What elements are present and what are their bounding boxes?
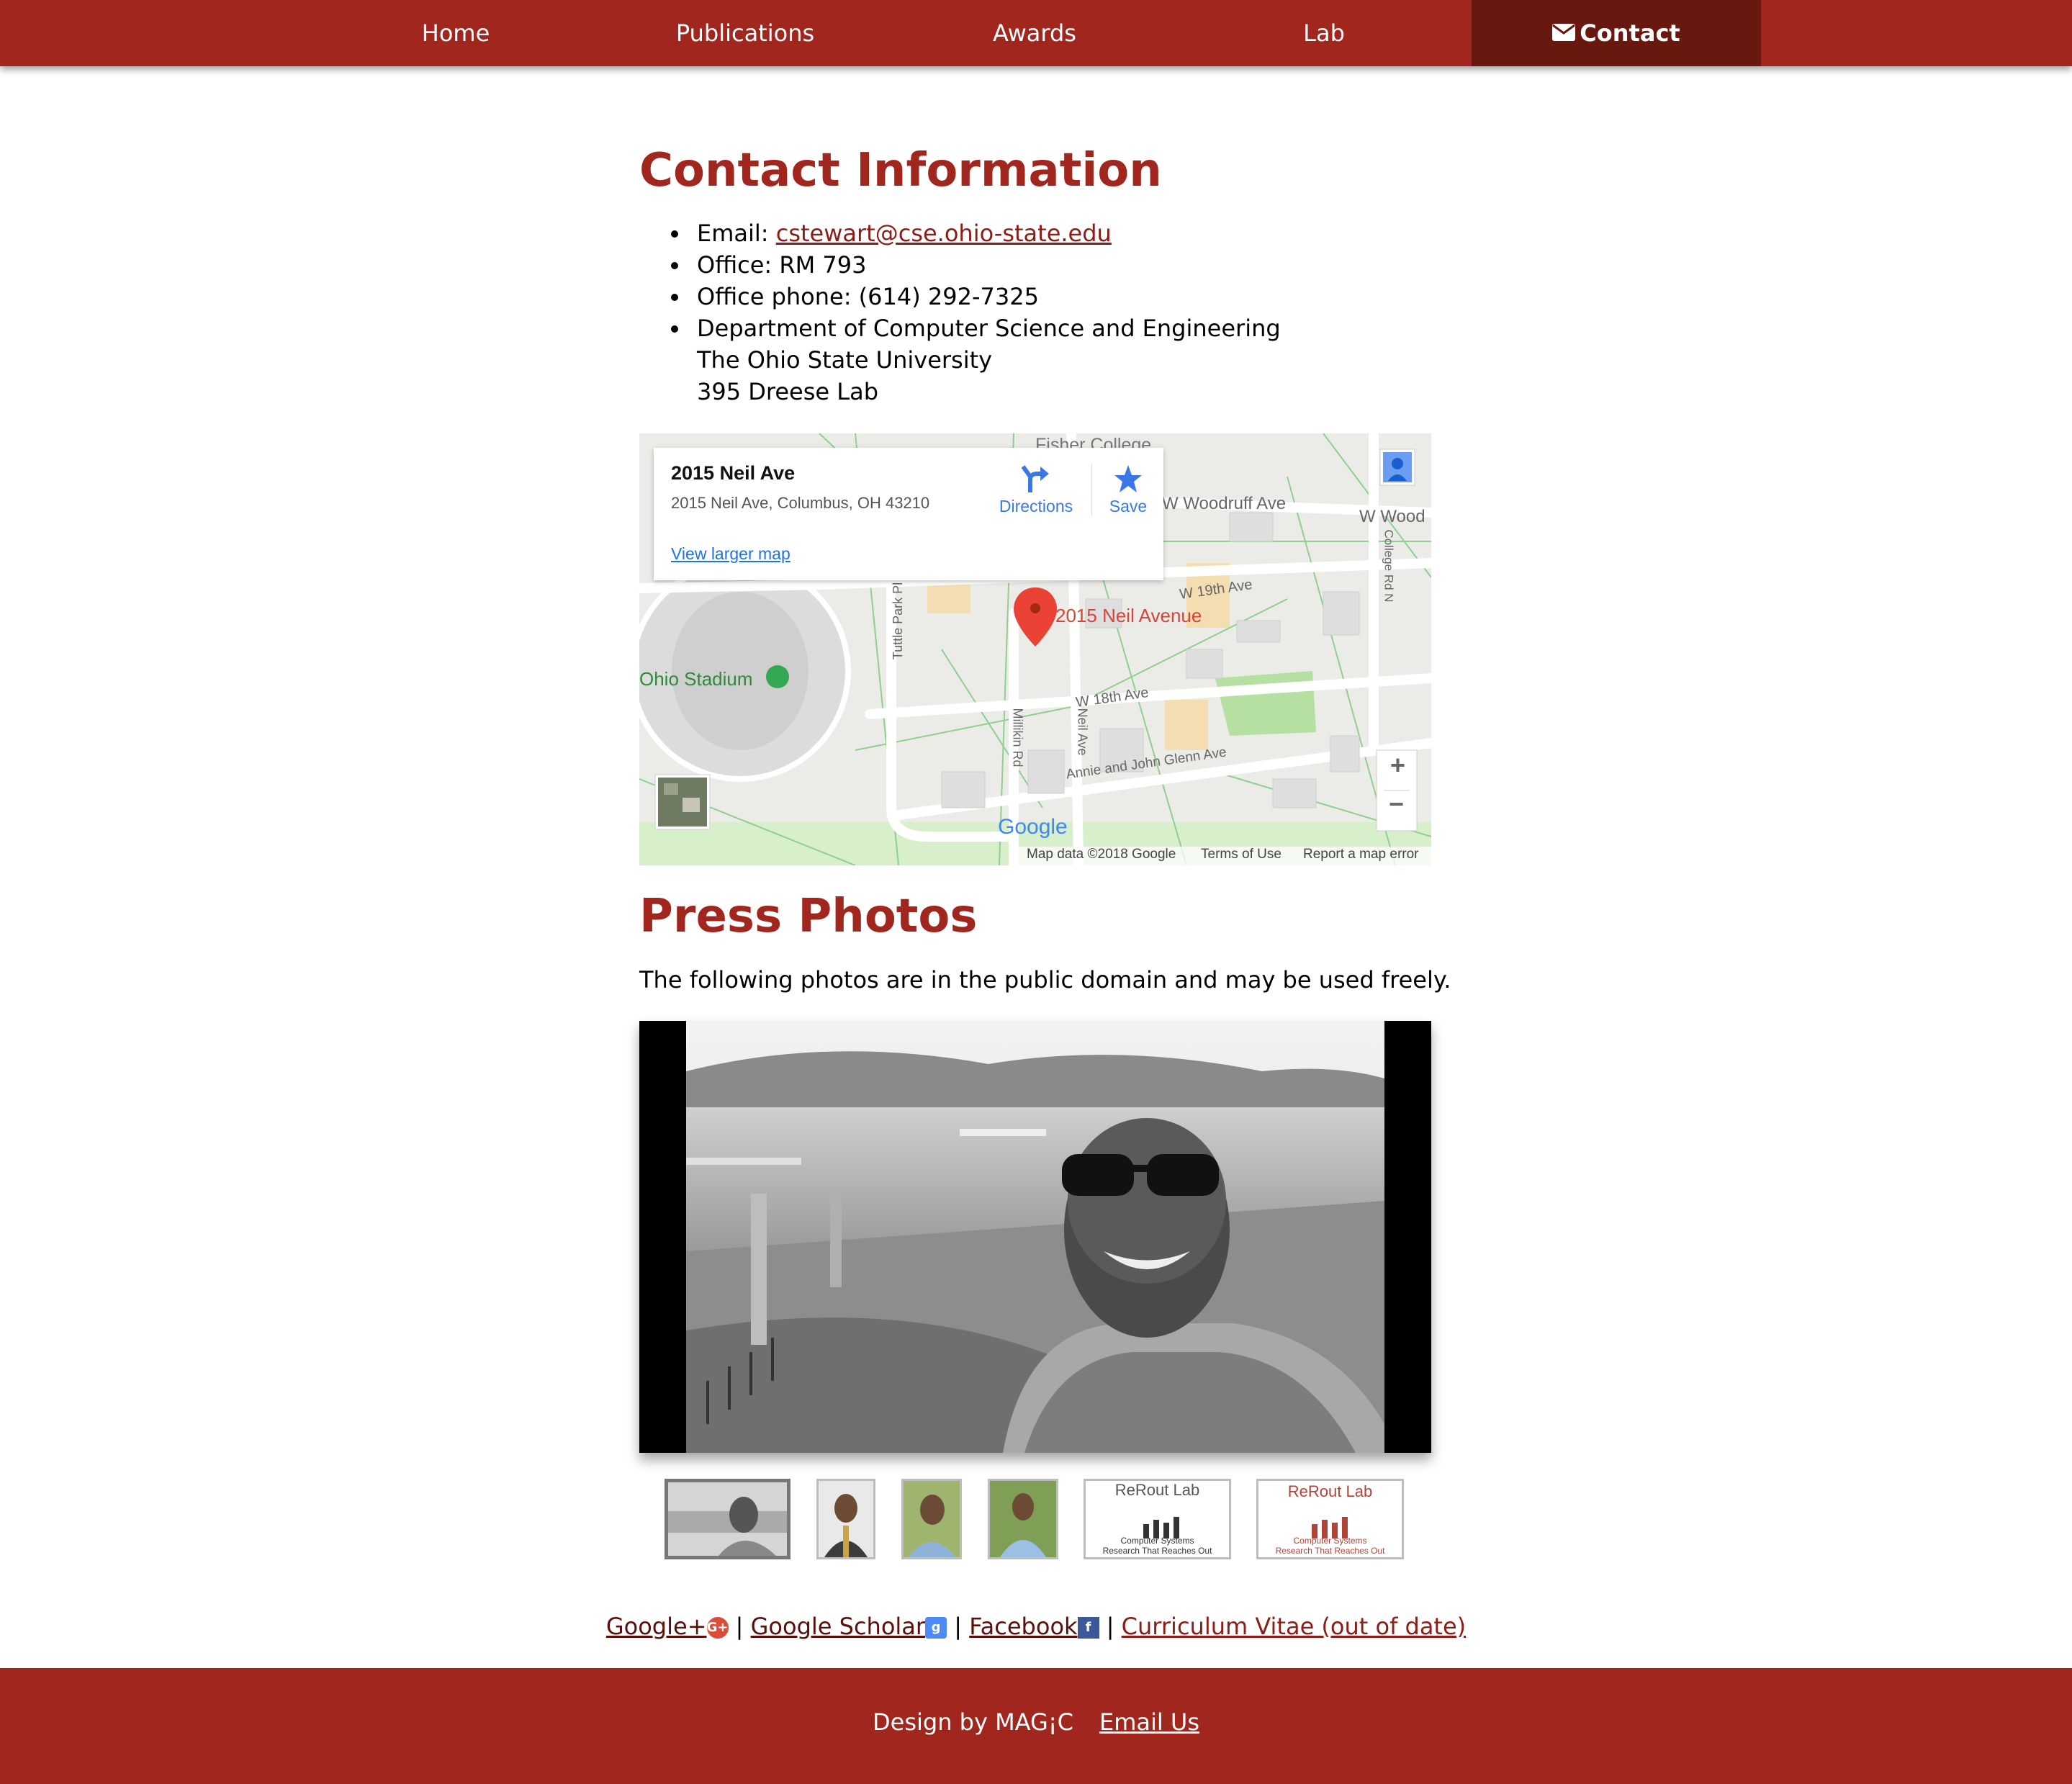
map-label-stadium: Ohio Stadium: [639, 668, 753, 690]
zoom-out-button[interactable]: −: [1389, 789, 1404, 819]
thumbnail-1[interactable]: [665, 1479, 790, 1559]
thumbnail-2[interactable]: [816, 1479, 875, 1559]
email-link[interactable]: cstewart@cse.ohio-state.edu: [776, 220, 1112, 247]
map-report-link[interactable]: Report a map error: [1303, 847, 1419, 862]
address-line: 395 Dreese Lab: [697, 378, 878, 405]
lab-logo-icon: [1143, 1517, 1179, 1539]
directions-icon: [1022, 465, 1049, 492]
zoom-in-button[interactable]: +: [1390, 750, 1405, 780]
nav-contact-label: Contact: [1580, 19, 1680, 47]
map-label-college: College Rd N: [1382, 529, 1396, 603]
thumbnail-5-caption: Computer Systems Research That Reaches O…: [1086, 1536, 1229, 1556]
thumbnail-1-image: [668, 1482, 787, 1556]
google-plus-icon: G+: [706, 1617, 729, 1639]
address-item: Department of Computer Science and Engin…: [671, 312, 1489, 407]
footer-email-link[interactable]: Email Us: [1099, 1708, 1199, 1736]
thumbnail-5[interactable]: ReRout Lab Computer Systems Research Tha…: [1084, 1479, 1231, 1559]
facebook-icon: f: [1077, 1617, 1099, 1639]
map-label-w-wood: W Wood: [1359, 507, 1425, 526]
pegman-icon[interactable]: [1380, 449, 1415, 485]
link-separator: |: [735, 1613, 744, 1640]
thumbnail-6-caption-line1: Computer Systems: [1293, 1536, 1367, 1546]
google-plus-link[interactable]: Google+G+: [606, 1613, 729, 1640]
google-scholar-link[interactable]: Google Scholar g: [751, 1613, 947, 1640]
thumbnail-3-image: [904, 1481, 960, 1557]
facebook-link[interactable]: Facebook f: [969, 1613, 1099, 1640]
profile-links: Google+G+ | Google Scholar g | Facebook f …: [0, 1613, 2072, 1640]
address-line: Department of Computer Science and Engin…: [697, 315, 1281, 342]
nav-awards[interactable]: Awards: [890, 0, 1179, 66]
envelope-icon: [1552, 24, 1576, 41]
save-button[interactable]: Save: [1091, 464, 1164, 516]
thumbnail-5-title: ReRout Lab: [1114, 1481, 1200, 1499]
satellite-toggle[interactable]: [655, 775, 710, 829]
nav-publications[interactable]: Publications: [600, 0, 890, 66]
embedded-map[interactable]: Fisher College W Woodruff Ave W Wood W 1…: [639, 433, 1431, 865]
link-separator: |: [954, 1613, 963, 1640]
nav-contact[interactable]: Contact: [1472, 0, 1761, 66]
contact-list: Email: cstewart@cse.ohio-state.edu Offic…: [639, 217, 1489, 407]
contact-heading: Contact Information: [639, 144, 1162, 197]
map-terms-link[interactable]: Terms of Use: [1201, 847, 1282, 862]
top-navigation: Home Publications Awards Lab Contact: [0, 0, 2072, 66]
google-scholar-icon: g: [925, 1617, 947, 1639]
thumbnail-2-image: [819, 1481, 873, 1557]
press-intro: The following photos are in the public d…: [639, 966, 1451, 994]
email-label: Email:: [697, 220, 776, 247]
thumbnail-6-title: ReRout Lab: [1287, 1482, 1373, 1500]
map-label-tuttle: Tuttle Park Pl: [891, 582, 906, 660]
map-label-woodruff: W Woodruff Ave: [1162, 494, 1287, 513]
view-larger-map-link[interactable]: View larger map: [671, 544, 790, 564]
map-place-card: 2015 Neil Ave 2015 Neil Ave, Columbus, O…: [654, 448, 1163, 580]
press-heading: Press Photos: [639, 890, 978, 943]
thumbnail-6-caption: Computer Systems Research That Reaches O…: [1258, 1536, 1402, 1556]
nav-lab[interactable]: Lab: [1179, 0, 1469, 66]
address-line: The Ohio State University: [697, 346, 993, 374]
thumbnail-5-caption-line1: Computer Systems: [1120, 1536, 1194, 1546]
place-title: 2015 Neil Ave: [671, 462, 796, 484]
save-label: Save: [1109, 497, 1148, 515]
place-address: 2015 Neil Ave, Columbus, OH 43210: [671, 494, 930, 512]
email-item: Email: cstewart@cse.ohio-state.edu: [671, 217, 1489, 249]
nav-home[interactable]: Home: [311, 0, 600, 66]
footer-design-credit: Design by MAG¡C: [872, 1708, 1073, 1736]
directions-label: Directions: [999, 497, 1073, 515]
star-icon: [1114, 465, 1142, 492]
map-pin-label: 2015 Neil Avenue: [1055, 605, 1202, 626]
press-photo-image: [686, 1021, 1384, 1453]
thumbnail-6-caption-line2: Research That Reaches Out: [1275, 1546, 1385, 1556]
google-plus-label: Google+: [605, 1613, 707, 1640]
map-label-millikin: Millikin Rd: [1010, 708, 1025, 767]
thumbnail-5-caption-line2: Research That Reaches Out: [1102, 1546, 1212, 1556]
footer-text: Design by MAG¡C Email Us: [0, 1708, 2072, 1736]
phone-item: Office phone: (614) 292-7325: [671, 281, 1489, 312]
footer: Design by MAG¡C Email Us: [0, 1668, 2072, 1784]
map-label-neil: Neil Ave: [1075, 708, 1090, 756]
thumbnail-3[interactable]: [901, 1479, 962, 1559]
facebook-label: Facebook: [969, 1613, 1078, 1640]
press-photo-main[interactable]: [639, 1021, 1431, 1453]
map-attribution: Map data ©2018 Google: [1027, 847, 1176, 862]
google-scholar-label: Google Scholar: [750, 1613, 926, 1640]
office-item: Office: RM 793: [671, 249, 1489, 281]
thumbnail-6[interactable]: ReRout Lab Computer Systems Research Tha…: [1256, 1479, 1404, 1559]
directions-button[interactable]: Directions: [982, 464, 1090, 516]
google-logo: Google: [998, 815, 1068, 839]
link-separator: |: [1106, 1613, 1114, 1640]
thumbnail-4-image: [990, 1481, 1056, 1557]
thumbnail-4[interactable]: [988, 1479, 1058, 1559]
cv-link[interactable]: Curriculum Vitae (out of date): [1122, 1613, 1466, 1640]
lab-logo-icon: [1312, 1517, 1348, 1539]
